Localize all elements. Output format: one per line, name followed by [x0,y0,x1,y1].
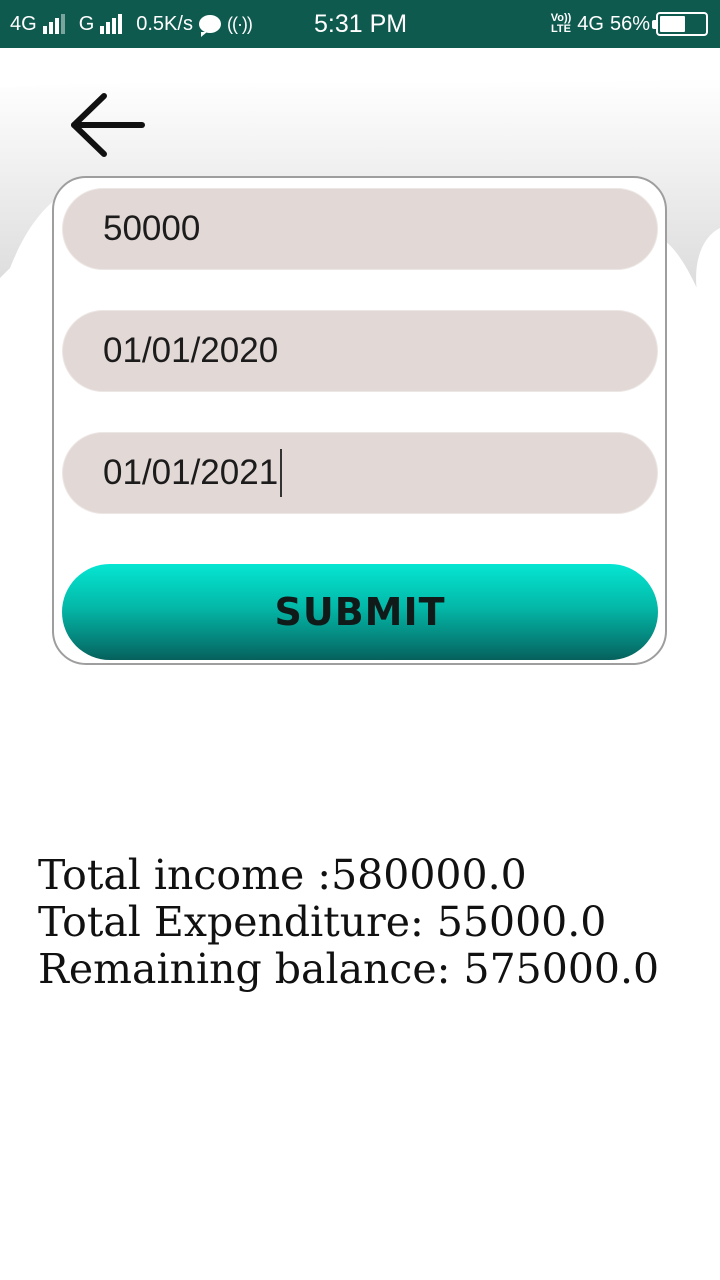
network-type-label-2: G [78,12,95,35]
amount-value: 50000 [103,209,201,248]
results-panel: Total income :580000.0 Total Expenditure… [38,852,698,993]
arrow-left-icon [71,93,145,157]
end-date-value: 01/01/2021 [103,453,279,492]
volte-icon: Vo)) LTE [551,13,572,35]
status-right: Vo)) LTE 4G 56% [551,0,708,48]
signal-icon [42,14,65,34]
end-date-input[interactable]: 01/01/2021 [62,432,658,514]
start-date-value: 01/01/2020 [103,331,279,370]
battery-fill [660,16,685,32]
signal-icon-2 [100,14,123,34]
hotspot-icon: ((·)) [226,13,253,34]
network-speed: 0.5K/s [136,12,193,35]
back-button[interactable] [66,92,150,158]
status-time: 5:31 PM [314,9,408,38]
total-expenditure-text: Total Expenditure: 55000.0 [38,898,607,946]
network-type-label: 4G [10,12,37,35]
volte-bottom: LTE [551,23,571,35]
remaining-balance-text: Remaining balance: 575000.0 [38,945,660,993]
battery-percent: 56% [609,12,650,35]
chat-icon [198,15,221,37]
submit-button[interactable]: SUBMIT [62,564,658,660]
text-cursor [280,449,283,497]
battery-icon [652,12,708,36]
status-left: 4G G 0.5K/s ((·)) [10,0,253,48]
start-date-input[interactable]: 01/01/2020 [62,310,658,392]
network-type-label-3: 4G [577,12,604,35]
total-income-text: Total income :580000.0 [38,851,527,899]
status-bar: 4G G 0.5K/s ((·)) 5:31 PM Vo)) LTE 4G 56… [0,0,720,48]
amount-input[interactable]: 50000 [62,188,658,270]
